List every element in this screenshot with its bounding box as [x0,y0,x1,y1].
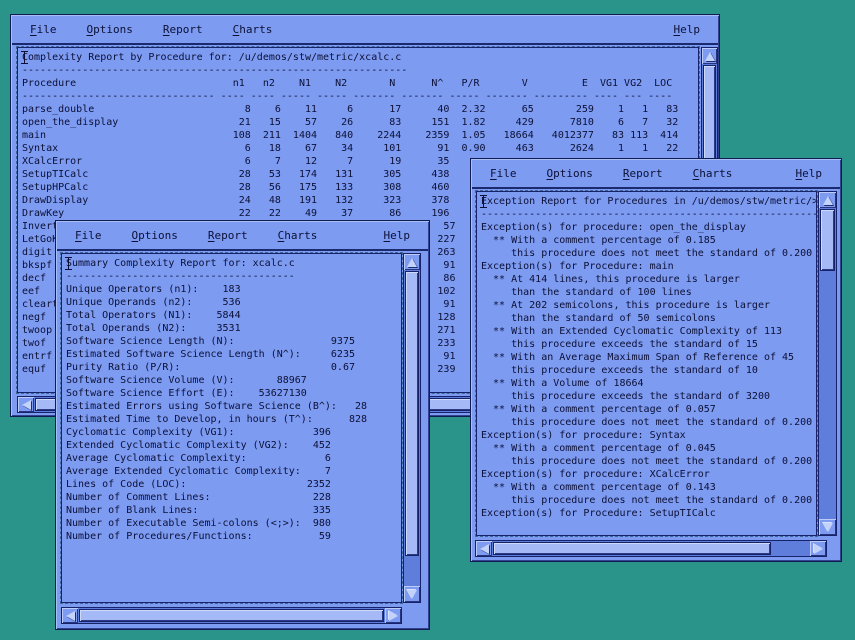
report-line: Procedure n1 n2 N1 N2 N N^ P/R V E VG1 V… [22,77,698,90]
report-line: Exception(s) for procedure: XCalcError [481,468,816,481]
text-cursor-icon [21,51,28,64]
report-line: this procedure does not meet the standar… [481,247,816,260]
report-line: Cyclomatic Complexity (VG1): 396 [66,426,401,439]
menu-item[interactable]: Report [208,229,248,242]
menu-item[interactable]: File [30,23,57,36]
report-line: ----------------------------------------… [481,208,816,221]
scrollbar-thumb[interactable] [405,271,419,556]
scroll-down-icon[interactable] [404,586,420,602]
report-line: Average Cyclomatic Complexity: 6 [66,452,401,465]
scroll-left-icon[interactable] [476,541,492,556]
report-line: ----------------------------------------… [22,64,698,77]
report-line: this procedure does not meet the standar… [481,455,816,468]
report-line: this procedure does not meet the standar… [481,494,816,507]
scroll-right-icon[interactable] [385,608,401,623]
menu-item[interactable]: Options [87,23,133,36]
report-line: ** With an Average Maximum Span of Refer… [481,351,816,364]
report-line: Exception(s) for procedure: open_the_dis… [481,221,816,234]
scroll-up-icon[interactable] [819,192,836,208]
report-line: -------------------------------------- [66,270,401,283]
report-line: Lines of Code (LOC): 2352 [66,478,401,491]
report-line: Unique Operands (n2): 536 [66,296,401,309]
report-line: ** With a Volume of 18664 [481,377,816,390]
report-line: Number of Procedures/Functions: 59 [66,530,401,543]
menu-item[interactable]: File [75,229,102,242]
report-line: main 108 211 1404 840 2244 2359 1.05 186… [22,129,698,142]
report-line: Exception Report for Procedures in /u/de… [481,195,816,208]
summary-report-text[interactable]: Summary Complexity Report for: xcalc.c--… [61,253,402,603]
report-line: this procedure does not meet the standar… [481,416,816,429]
report-line: ** With a comment percentage of 0.185 [481,234,816,247]
text-cursor-icon [65,257,72,270]
report-line: Summary Complexity Report for: xcalc.c [66,257,401,270]
menu-item-help[interactable]: Help [796,167,823,180]
menu-item[interactable]: Report [623,167,663,180]
report-line: ** With a comment percentage of 0.143 [481,481,816,494]
report-line: this procedure exceeds the standard of 1… [481,338,816,351]
horizontal-scrollbar[interactable] [61,607,402,624]
report-line: Complexity Report by Procedure for: /u/d… [22,51,698,64]
scrollbar-thumb[interactable] [820,209,835,271]
procedure-menu-bar: File Options Report Charts Help [12,16,718,45]
report-line: Software Science Effort (E): 53627130 [66,387,401,400]
report-line: this procedure exceeds the standard of 1… [481,364,816,377]
scroll-up-icon[interactable] [702,48,717,64]
report-line: ** With an Extended Cyclomatic Complexit… [481,325,816,338]
text-cursor-icon [480,195,487,208]
report-line: Estimated Software Science Length (N^): … [66,348,401,361]
menu-item[interactable]: Options [132,229,178,242]
report-line: Syntax 6 18 67 34 101 91 0.90 463 2624 1… [22,142,698,155]
menu-item[interactable]: Charts [278,229,318,242]
scroll-up-icon[interactable] [404,254,420,270]
report-line: ** At 202 semicolons, this procedure is … [481,299,816,312]
exception-report-text[interactable]: Exception Report for Procedures in /u/de… [476,191,817,536]
report-line: Estimated Errors using Software Science … [66,400,401,413]
report-line: Number of Comment Lines: 228 [66,491,401,504]
report-line: Average Extended Cyclomatic Complexity: … [66,465,401,478]
menu-item[interactable]: File [490,167,517,180]
menu-item[interactable]: Charts [233,23,273,36]
menu-item-help[interactable]: Help [384,229,411,242]
report-line: parse_double 8 6 11 6 17 40 2.32 65 259 … [22,103,698,116]
menu-item-help[interactable]: Help [674,23,701,36]
report-line: ** With a comment percentage of 0.057 [481,403,816,416]
report-line: Unique Operators (n1): 183 [66,283,401,296]
report-line: Extended Cyclomatic Complexity (VG2): 45… [66,439,401,452]
report-line: ** At 414 lines, this procedure is large… [481,273,816,286]
report-line: Software Science Length (N): 9375 [66,335,401,348]
report-line: Number of Executable Semi-colons (<;>): … [66,517,401,530]
report-line: Estimated Time to Develop, in hours (T^)… [66,413,401,426]
scroll-left-icon[interactable] [62,608,78,623]
summary-report-window: File Options Report Charts Help Summary Com… [55,220,430,630]
vertical-scrollbar[interactable] [403,253,421,603]
report-line: Number of Blank Lines: 335 [66,504,401,517]
report-line: Exception(s) for Procedure: SetupTICalc [481,507,816,520]
report-line: Software Science Volume (V): 88967 [66,374,401,387]
report-line: than the standard of 50 semicolons [481,312,816,325]
report-line: Exception(s) for procedure: Syntax [481,429,816,442]
report-line: ** With a comment percentage of 0.045 [481,442,816,455]
exception-report-window: File Options Report Charts Help Exception R… [470,158,842,562]
scrollbar-thumb[interactable] [493,542,771,555]
menu-item[interactable]: Charts [693,167,733,180]
menu-item[interactable]: Options [547,167,593,180]
scroll-right-icon[interactable] [810,541,826,556]
report-line: -------------------------------- ---- --… [22,90,698,103]
report-line: Total Operands (N2): 3531 [66,322,401,335]
vertical-scrollbar[interactable] [818,191,837,536]
report-line: Exception(s) for Procedure: main [481,260,816,273]
menu-item[interactable]: Report [163,23,203,36]
horizontal-scrollbar[interactable] [475,540,827,557]
report-line: Purity Ratio (P/R): 0.67 [66,361,401,374]
report-line: open_the_display 21 15 57 26 83 151 1.82… [22,116,698,129]
report-line: this procedure exceeds the standard of 3… [481,390,816,403]
scroll-left-icon[interactable] [18,397,34,412]
summary-menu-bar: File Options Report Charts Help [57,222,428,251]
report-line: Total Operators (N1): 5844 [66,309,401,322]
report-line: than the standard of 100 lines [481,286,816,299]
scrollbar-thumb[interactable] [79,609,384,622]
scroll-down-icon[interactable] [819,519,836,535]
exception-menu-bar: File Options Report Charts Help [472,160,840,189]
